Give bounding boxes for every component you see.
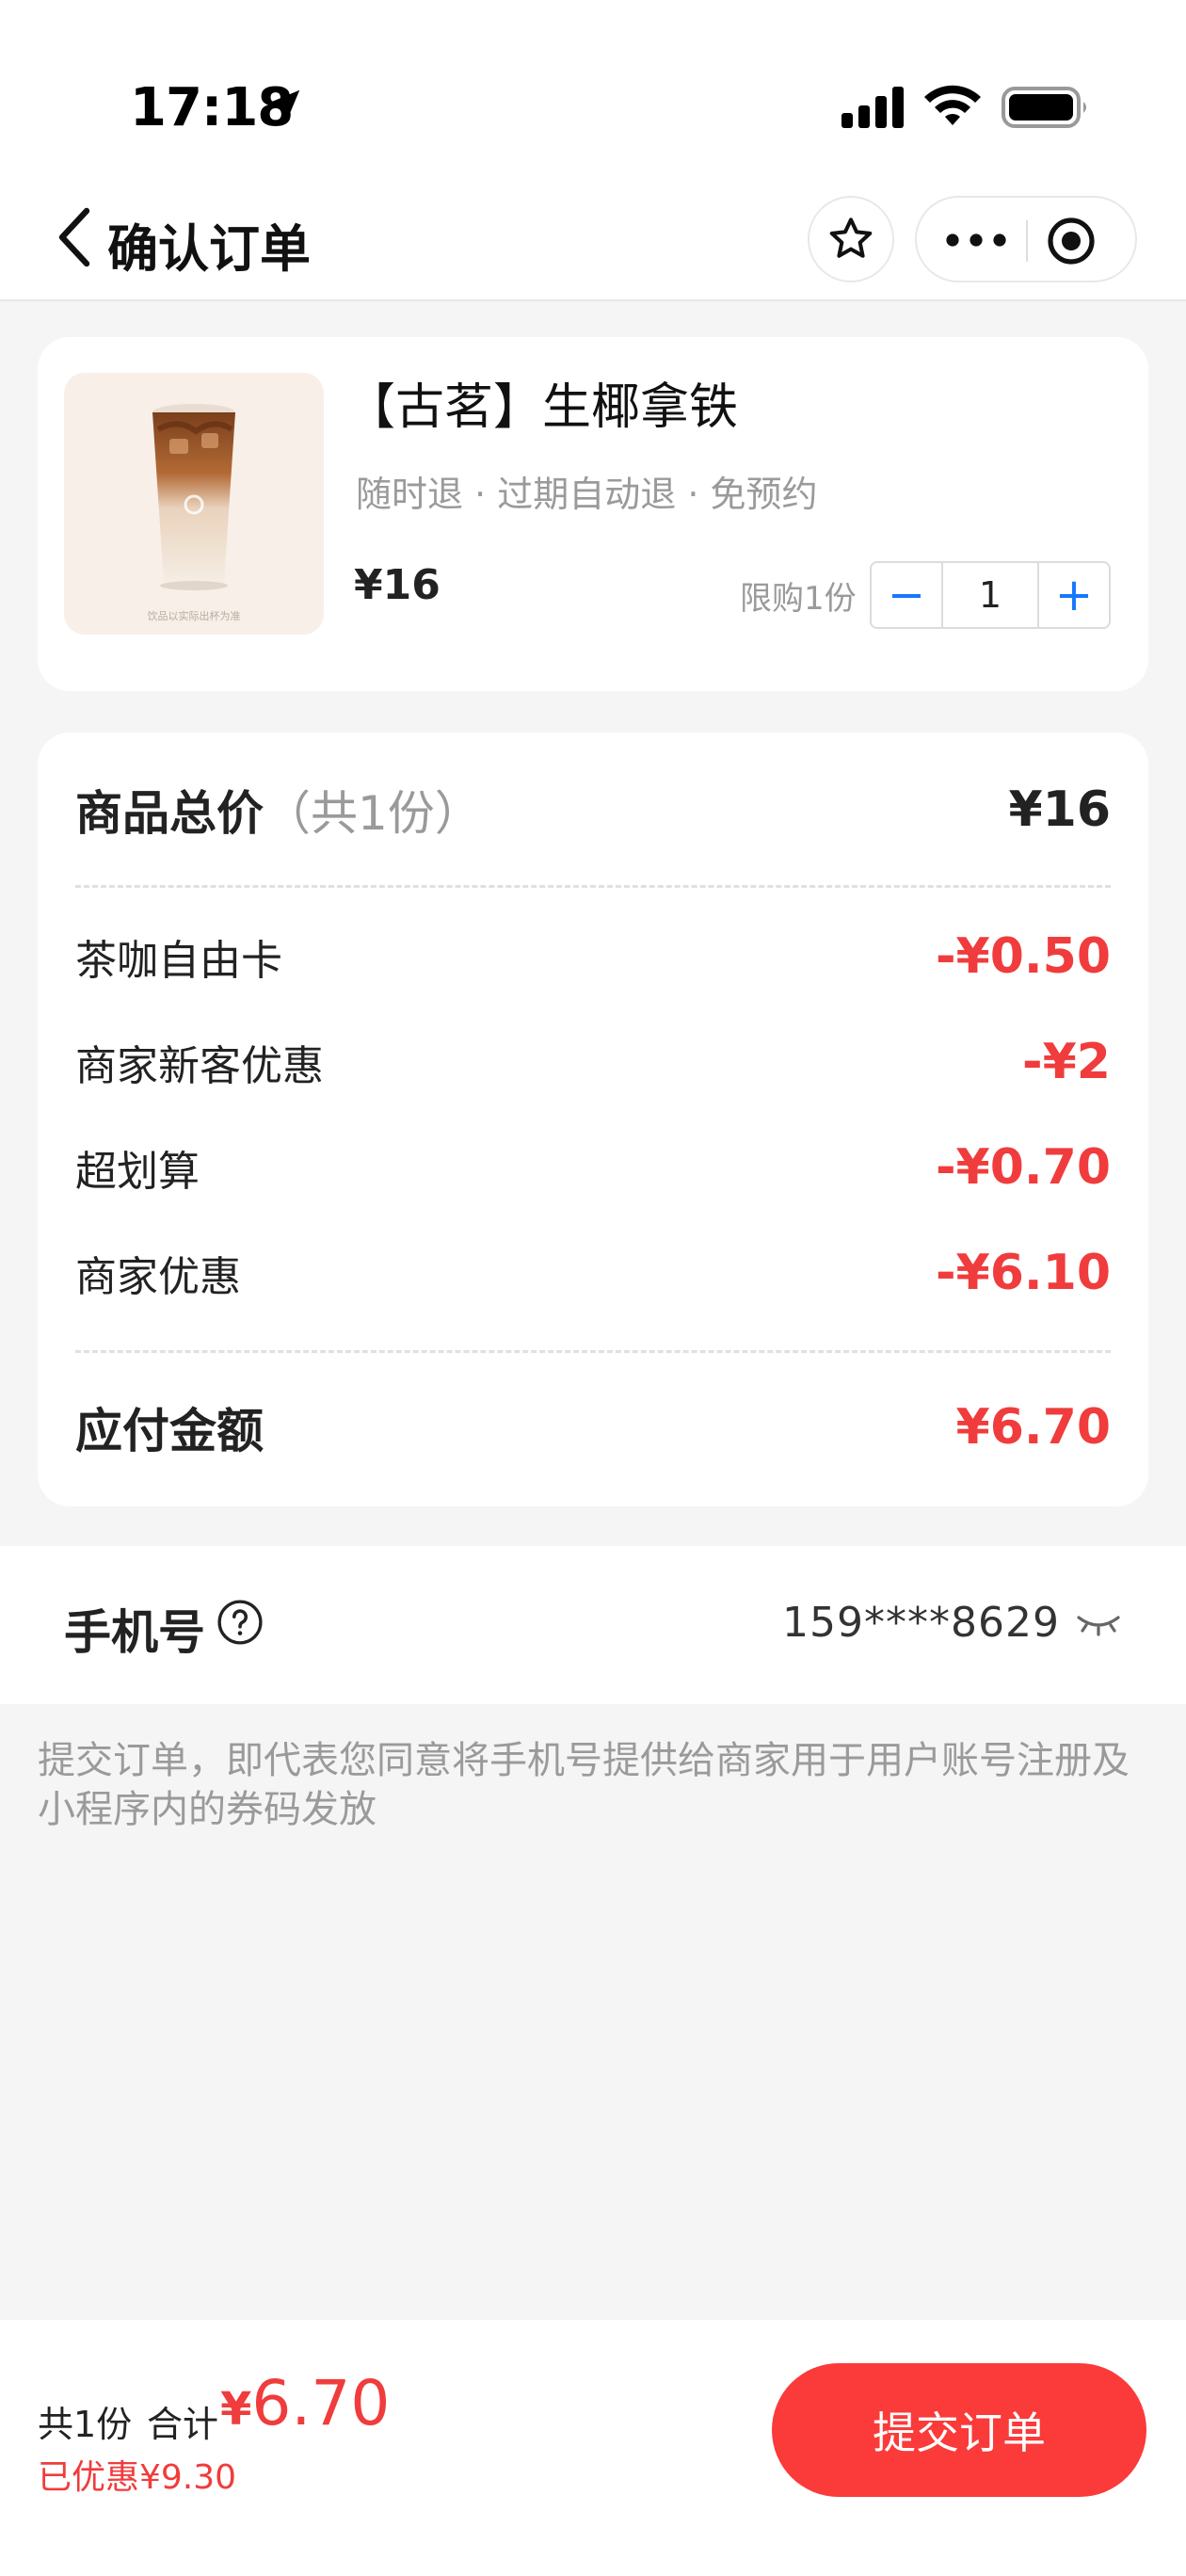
- discount-label: 商家新客优惠: [75, 1042, 324, 1090]
- saved-amount: 已优惠¥9.30: [38, 2458, 237, 2497]
- discount-value: -¥0.70: [935, 1139, 1111, 1196]
- mini-program-capsule: [915, 196, 1137, 282]
- total-number: 6.70: [251, 2367, 391, 2439]
- discount-label: 商家优惠: [75, 1253, 241, 1301]
- discount-value: -¥0.50: [935, 928, 1111, 985]
- signal-icon: [841, 87, 904, 128]
- payable-row: 应付金额 ¥6.70: [75, 1393, 1111, 1461]
- phone-number: 159****8629: [782, 1599, 1060, 1647]
- payable-value: ¥6.70: [955, 1399, 1111, 1456]
- wifi-icon: [924, 85, 981, 125]
- phone-section: 手机号 159****8629: [0, 1546, 1186, 1704]
- discount-row: 茶咖自由卡 -¥0.50: [75, 926, 1111, 987]
- help-icon[interactable]: [216, 1599, 264, 1646]
- product-name: 【古茗】生椰拿铁: [346, 379, 739, 436]
- divider: [75, 1350, 1111, 1353]
- discount-row: 商家优惠 -¥6.10: [75, 1243, 1111, 1303]
- quantity-value[interactable]: 1: [941, 563, 1039, 627]
- bottom-bar: 共1份 合计 ¥6.70 已优惠¥9.30 提交订单: [0, 2320, 1186, 2576]
- back-chevron-icon[interactable]: [53, 205, 94, 269]
- increase-button[interactable]: +: [1039, 563, 1109, 627]
- discount-row: 商家新客优惠 -¥2: [75, 1032, 1111, 1092]
- top-bar: 17:18 确认订单: [0, 0, 1186, 301]
- total-price-label: 商品总价（共1份）: [75, 776, 482, 844]
- eye-closed-icon[interactable]: [1075, 1610, 1122, 1638]
- location-arrow-icon: [266, 89, 300, 123]
- discount-value: -¥2: [1022, 1034, 1111, 1090]
- page-title: 确认订单: [107, 219, 311, 279]
- target-icon[interactable]: [1047, 217, 1096, 266]
- price-summary-card: 商品总价（共1份） ¥16 茶咖自由卡 -¥0.50 商家新客优惠 -¥2 超划…: [38, 733, 1148, 1506]
- decrease-button[interactable]: −: [872, 563, 941, 627]
- item-count: 共1份: [38, 2404, 133, 2445]
- product-price: ¥16: [354, 561, 441, 609]
- product-card: 饮品以实际出杯为准 【古茗】生椰拿铁 随时退 · 过期自动退 · 免预约 ¥16…: [38, 337, 1148, 691]
- phone-label: 手机号: [64, 1605, 205, 1660]
- submit-order-button[interactable]: 提交订单: [772, 2363, 1146, 2497]
- product-tags: 随时退 · 过期自动退 · 免预约: [356, 474, 818, 515]
- total-amount: ¥6.70: [220, 2367, 390, 2439]
- divider: [75, 885, 1111, 888]
- product-image: 饮品以实际出杯为准: [64, 373, 324, 635]
- discount-label: 茶咖自由卡: [75, 937, 282, 985]
- quantity-stepper: − 1 +: [870, 561, 1111, 629]
- more-dots-icon[interactable]: [943, 218, 1009, 262]
- total-label: 合计: [147, 2404, 219, 2445]
- battery-icon: [1002, 87, 1086, 128]
- favorite-button[interactable]: [808, 196, 894, 282]
- total-price-title: 商品总价: [75, 786, 264, 841]
- total-currency: ¥: [220, 2383, 252, 2436]
- purchase-limit: 限购1份: [740, 580, 857, 618]
- capsule-divider: [1026, 220, 1028, 262]
- star-icon: [829, 217, 873, 258]
- total-price-value: ¥16: [1008, 781, 1111, 838]
- total-count: （共1份）: [264, 786, 482, 841]
- product-image-caption: 饮品以实际出杯为准: [147, 610, 241, 622]
- consent-notice: 提交订单，即代表您同意将手机号提供给商家用于用户账号注册及小程序内的券码发放: [38, 1739, 1130, 1831]
- total-price-row: 商品总价（共1份） ¥16: [75, 776, 1111, 844]
- payable-label: 应付金额: [75, 1404, 264, 1458]
- discount-row: 超划算 -¥0.70: [75, 1137, 1111, 1198]
- discount-label: 超划算: [75, 1148, 200, 1196]
- discount-value: -¥6.10: [935, 1245, 1111, 1301]
